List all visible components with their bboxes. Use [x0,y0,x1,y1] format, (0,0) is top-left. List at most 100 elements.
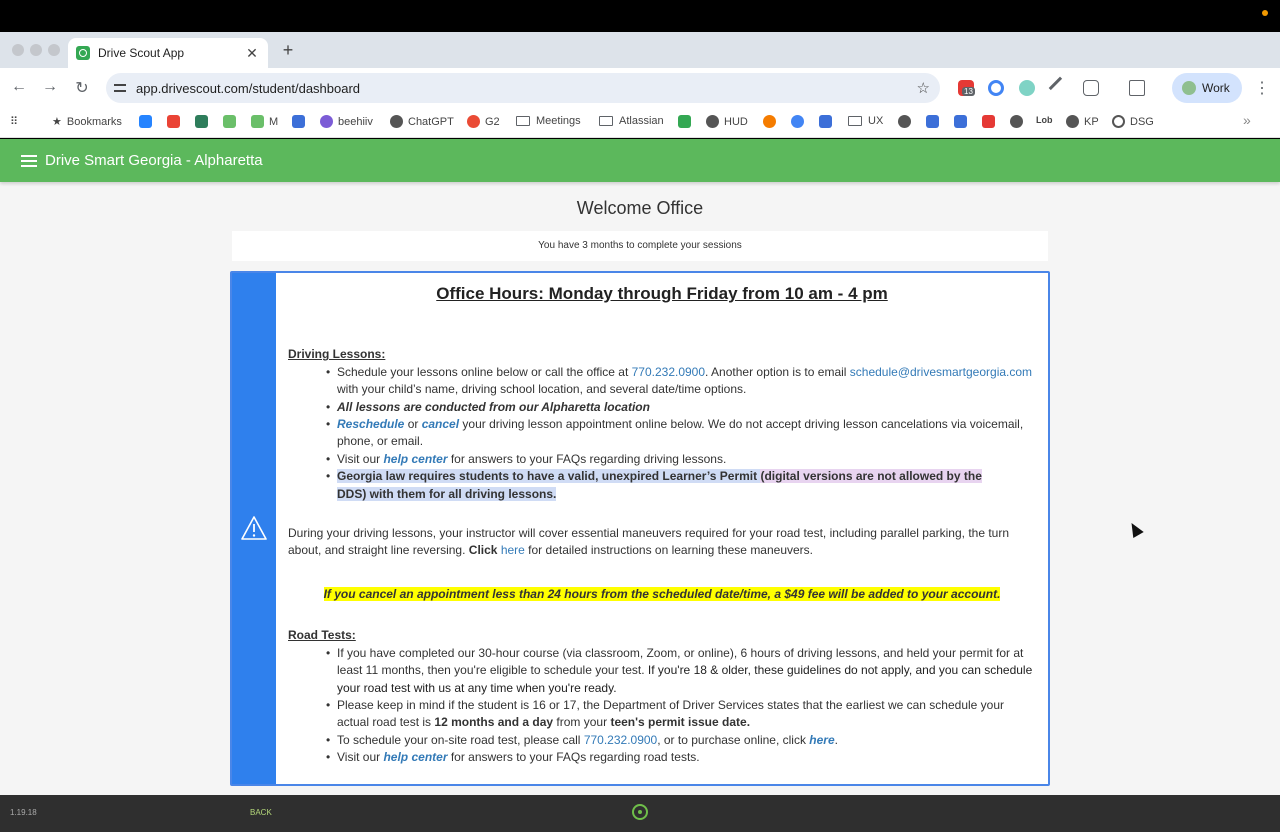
bookmarks-overflow-icon[interactable]: » [1243,112,1251,128]
bookmark-item[interactable]: DSG [1112,115,1154,128]
bookmark-item[interactable]: G2 [467,115,500,128]
gmail-icon [167,115,180,128]
address-bar[interactable]: app.drivescout.com/student/dashboard ☆ [106,73,940,103]
mouse-cursor-icon [1126,519,1144,539]
bookmark-item[interactable] [926,115,944,128]
extensions-puzzle-icon[interactable] [1083,80,1099,96]
driving-lessons-heading: Driving Lessons: [288,347,386,362]
tab-close-icon[interactable]: ✕ [244,45,260,62]
folder-icon [516,116,530,126]
bookmark-item[interactable] [954,115,972,128]
url-text[interactable]: app.drivescout.com/student/dashboard [136,81,917,96]
reload-icon[interactable]: ↻ [72,78,92,98]
list-item: To schedule your on-site road test, plea… [326,732,1036,750]
close-window-icon[interactable] [12,44,24,56]
schedule-email-link[interactable]: schedule@drivesmartgeorgia.com [850,365,1032,379]
globe-icon [898,115,911,128]
app-header: Drive Smart Georgia - Alpharetta [0,139,1280,182]
back-button[interactable]: BACK [250,808,272,817]
recording-indicator-icon [1262,10,1268,16]
drive-icon [678,115,691,128]
globe-icon [1010,115,1023,128]
beehiiv-icon [320,115,333,128]
bookmark-item[interactable] [1010,115,1028,128]
browser-tab[interactable]: Drive Scout App ✕ [68,38,268,68]
bookmark-item[interactable] [791,115,809,128]
bookmark-item[interactable]: beehiiv [320,115,373,128]
reschedule-link[interactable]: Reschedule [337,417,404,431]
i-icon [926,115,939,128]
bookmark-item[interactable]: M [251,115,278,128]
new-tab-button[interactable]: + [279,40,297,61]
profile-avatar-icon [1182,81,1196,95]
welcome-heading: Welcome Office [576,198,704,218]
bookmark-folder[interactable]: UX [848,115,883,127]
bookmark-item[interactable] [678,115,696,128]
browser-menu-icon[interactable]: ⋮ [1254,78,1270,98]
cancel-link[interactable]: cancel [422,417,459,431]
bookmark-folder[interactable]: Atlassian [599,115,664,127]
apps-grid-icon[interactable]: ⠿ [10,115,18,128]
chatgpt-icon [390,115,403,128]
road-tests-heading: Road Tests: [288,628,356,643]
os-top-bar [0,0,1280,32]
lob-icon: Lob [1036,115,1053,125]
g2-icon [467,115,480,128]
help-center-link[interactable]: help center [383,452,447,466]
road-tests-list: If you have completed our 30-hour course… [326,645,1036,767]
bookmark-item[interactable]: HUD [706,115,748,128]
list-item: All lessons are conducted from our Alpha… [326,399,1036,417]
profile-label: Work [1202,81,1230,95]
s-red-icon [982,115,995,128]
hamburger-menu-icon[interactable] [21,154,37,167]
globe-icon [706,115,719,128]
bookmark-item[interactable] [763,115,781,128]
app-viewport: Drive Smart Georgia - Alpharetta Welcome… [0,139,1280,795]
back-arrow-icon[interactable]: ← [9,78,29,96]
steering-wheel-icon [1112,115,1125,128]
circle-extension-icon[interactable] [988,80,1004,96]
bookmark-item[interactable]: KP [1066,115,1099,128]
bookmark-item[interactable] [139,115,157,128]
office-phone-link[interactable]: 770.232.0900 [632,365,705,379]
version-label: 1.19.18 [10,808,37,817]
bookmark-item[interactable] [223,115,241,128]
sessions-notice: You have 3 months to complete your sessi… [232,231,1048,261]
bookmark-star-icon[interactable]: ☆ [917,79,930,97]
steering-wheel-icon[interactable] [632,804,648,820]
site-settings-icon[interactable] [113,81,127,95]
bottom-bar: 1.19.18 BACK [0,795,1280,832]
bookmark-item[interactable] [195,115,213,128]
road-test-phone-link[interactable]: 770.232.0900 [584,733,657,747]
tab-title: Drive Scout App [98,46,185,60]
bookmark-item[interactable] [982,115,1000,128]
profile-button[interactable]: Work [1172,73,1242,103]
bookmark-item[interactable] [167,115,185,128]
bookmark-item[interactable]: Lob [1036,115,1053,125]
purchase-online-link[interactable]: here [809,733,834,747]
folder-icon [599,116,613,126]
meet-icon [251,115,264,128]
m-extension-icon[interactable] [1019,80,1035,96]
bookmark-item[interactable]: ★ Bookmarks [52,115,122,129]
grid-icon [819,115,832,128]
maneuvers-here-link[interactable]: here [501,543,525,557]
list-item: Schedule your lessons online below or ca… [326,364,1036,399]
maximize-window-icon[interactable] [48,44,60,56]
browser-toolbar: ← → ↻ app.drivescout.com/student/dashboa… [0,68,1280,108]
list-item: Please keep in mind if the student is 16… [326,697,1036,732]
drivescout-favicon-icon [76,46,90,60]
forward-arrow-icon[interactable]: → [40,78,60,96]
bookmark-item[interactable] [898,115,916,128]
eyedropper-extension-icon[interactable] [1048,76,1072,100]
bookmark-folder[interactable]: Meetings [516,115,581,127]
road-test-help-center-link[interactable]: help center [383,750,447,764]
bookmark-item[interactable]: ChatGPT [390,115,454,128]
minimize-window-icon[interactable] [30,44,42,56]
card-accent-bar [232,273,276,784]
bookmark-item[interactable] [292,115,310,128]
list-item: If you have completed our 30-hour course… [326,645,1036,697]
search-tabs-icon[interactable] [1129,80,1145,96]
calendar-icon [954,115,967,128]
bookmark-item[interactable] [819,115,837,128]
